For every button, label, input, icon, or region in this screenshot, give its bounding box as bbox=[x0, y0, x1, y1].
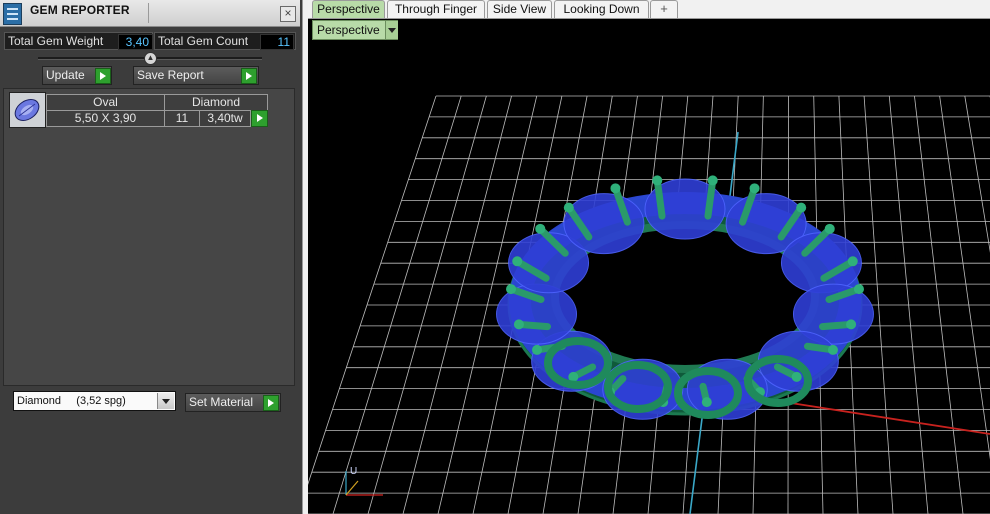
material-select-value: Diamond (3,52 spg) bbox=[17, 395, 126, 407]
gem-reporter-logo-icon bbox=[3, 3, 22, 25]
gem-material-cell: Diamond bbox=[164, 94, 268, 111]
save-report-play-icon[interactable] bbox=[241, 68, 257, 84]
tab-side-view[interactable]: Side View bbox=[487, 0, 552, 18]
oval-gem-thumbnail-icon[interactable] bbox=[9, 92, 46, 128]
total-gem-weight-label: Total Gem Weight bbox=[8, 34, 104, 48]
viewport-tab-bar: Perspective Through Finger Side View Loo… bbox=[308, 0, 990, 19]
ring-model[interactable] bbox=[496, 175, 874, 420]
close-button[interactable]: × bbox=[280, 6, 296, 22]
view-mode-label: Perspective bbox=[317, 23, 380, 37]
panel-title-bar: GEM REPORTER × bbox=[0, 0, 300, 27]
gem-shape-cell: Oval bbox=[46, 94, 165, 111]
tab-through-finger[interactable]: Through Finger bbox=[387, 0, 485, 18]
gem-count-cell: 11 bbox=[164, 110, 200, 127]
collapse-knob-icon[interactable]: ▲ bbox=[144, 52, 157, 65]
total-gem-weight-box: Total Gem Weight 3,40 bbox=[4, 32, 153, 50]
update-button[interactable]: Update bbox=[42, 66, 112, 85]
tab-perspective[interactable]: Perspective bbox=[312, 0, 385, 18]
panel-title: GEM REPORTER bbox=[30, 3, 130, 17]
gem-row-play-icon[interactable] bbox=[251, 110, 268, 127]
set-material-play-icon[interactable] bbox=[263, 395, 279, 411]
total-gem-weight-value: 3,40 bbox=[118, 34, 153, 50]
view-mode-menu[interactable]: Perspective bbox=[312, 20, 398, 40]
gem-weight-cell: 3,40tw bbox=[199, 110, 251, 127]
update-button-label: Update bbox=[46, 68, 85, 82]
x-axis-line bbox=[777, 400, 990, 435]
update-play-icon[interactable] bbox=[95, 68, 111, 84]
axis-gizmo-label: U bbox=[350, 466, 357, 477]
gem-list: Oval Diamond 5,50 X 3,90 11 3,40tw bbox=[3, 88, 295, 386]
save-report-button-label: Save Report bbox=[137, 68, 204, 82]
save-report-button[interactable]: Save Report bbox=[133, 66, 259, 85]
material-select[interactable]: Diamond (3,52 spg) bbox=[13, 391, 176, 411]
total-gem-count-value: 11 bbox=[260, 34, 294, 50]
set-material-button-label: Set Material bbox=[189, 395, 254, 409]
ring-scene[interactable]: U bbox=[308, 19, 990, 514]
set-material-button[interactable]: Set Material bbox=[185, 393, 281, 412]
total-gem-count-box: Total Gem Count 11 bbox=[154, 32, 296, 50]
tab-looking-down[interactable]: Looking Down bbox=[554, 0, 649, 18]
total-gem-count-label: Total Gem Count bbox=[158, 34, 249, 48]
chevron-down-icon[interactable] bbox=[157, 393, 174, 409]
gem-reporter-panel: GEM REPORTER × Total Gem Weight 3,40 Tot… bbox=[0, 0, 302, 514]
view-mode-chevron-down-icon[interactable] bbox=[385, 21, 398, 39]
title-separator bbox=[148, 3, 149, 23]
gem-size-cell: 5,50 X 3,90 bbox=[46, 110, 165, 127]
add-tab-button[interactable]: + bbox=[650, 0, 678, 18]
